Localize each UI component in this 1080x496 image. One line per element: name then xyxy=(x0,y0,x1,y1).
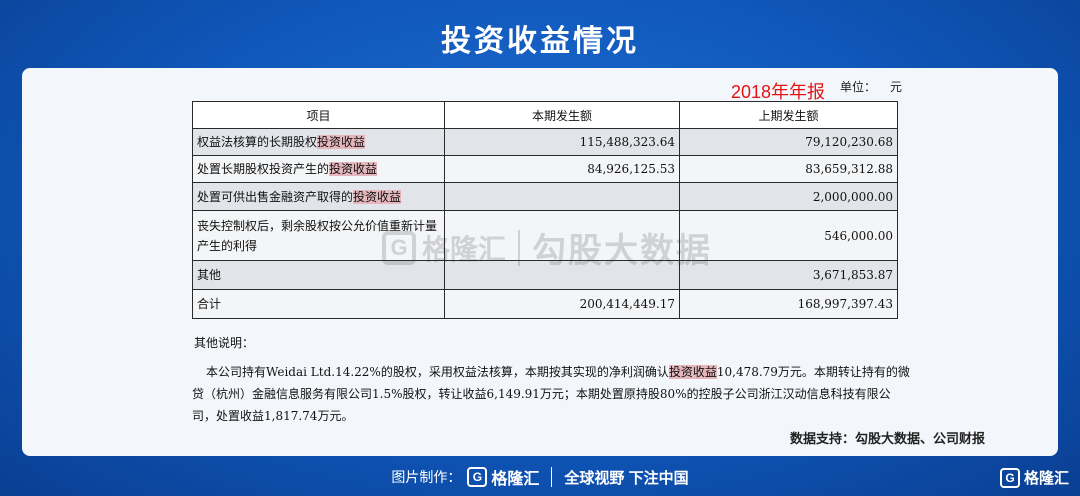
row-item-text: 丧失控制权后，剩余股权按公允价值重新计量产生的利得 xyxy=(197,218,438,253)
row-previous: 3,671,853.87 xyxy=(679,260,898,290)
notes-body: 本公司持有Weidai Ltd.14.22%的股权，采用权益法核算，本期按其实现… xyxy=(192,361,912,427)
row-item-text: 其他 xyxy=(197,268,222,282)
notes-highlight: 投资收益 xyxy=(668,365,717,379)
row-item-text: 合计 xyxy=(197,297,222,311)
row-item-text: 权益法核算的长期股权 xyxy=(197,135,318,149)
table-row: 合计 200,414,449.17 168,997,397.43 xyxy=(192,289,898,319)
row-current: 115,488,323.64 xyxy=(444,128,680,156)
footer-label: 图片制作： xyxy=(391,469,462,485)
unit-note: 单位： 元 xyxy=(840,78,902,95)
row-item: 其他 xyxy=(192,260,445,290)
table-row: 处置长期股权投资产生的投资收益 84,926,125.53 83,659,312… xyxy=(192,155,898,183)
table-row: 丧失控制权后，剩余股权按公允价值重新计量产生的利得 546,000.00 xyxy=(192,210,898,261)
unit-value: 元 xyxy=(890,80,903,94)
row-item-highlight: 投资收益 xyxy=(353,189,402,204)
footer: 图片制作： G 格隆汇 全球视野 下注中国 xyxy=(0,464,1080,490)
page-title: 投资收益情况 xyxy=(441,25,639,58)
data-source: 数据支持：勾股大数据、公司财报 xyxy=(790,431,986,446)
column-header-previous: 上期发生额 xyxy=(679,101,898,129)
row-item-highlight: 投资收益 xyxy=(317,135,366,149)
unit-label: 单位： xyxy=(840,80,877,94)
table-row: 处置可供出售金融资产取得的投资收益 2,000,000.00 xyxy=(192,182,898,211)
row-item-highlight: 投资收益 xyxy=(329,162,378,176)
footer-divider xyxy=(551,467,553,487)
row-item: 丧失控制权后，剩余股权按公允价值重新计量产生的利得 xyxy=(192,210,445,261)
footer-logo-text: 格隆汇 xyxy=(491,471,540,488)
row-current xyxy=(444,210,680,261)
row-previous: 79,120,230.68 xyxy=(679,128,898,156)
row-current: 200,414,449.17 xyxy=(444,289,680,319)
row-current xyxy=(444,260,680,290)
row-item-text: 处置可供出售金融资产取得的 xyxy=(197,189,354,204)
notes-section: 其他说明： 本公司持有Weidai Ltd.14.22%的股权，采用权益法核算，… xyxy=(192,334,912,427)
table-row: 权益法核算的长期股权投资收益 115,488,323.64 79,120,230… xyxy=(192,128,898,156)
column-header-current: 本期发生额 xyxy=(444,101,680,129)
row-item: 合计 xyxy=(192,289,445,319)
corner-logo-icon: G xyxy=(1000,467,1020,488)
notes-heading: 其他说明： xyxy=(194,336,255,350)
row-item: 处置长期股权投资产生的投资收益 xyxy=(192,155,445,183)
row-item-text: 处置长期股权投资产生的 xyxy=(197,162,330,176)
table-header-row: 项目 本期发生额 上期发生额 xyxy=(192,101,898,129)
column-header-item: 项目 xyxy=(192,101,445,129)
row-current: 84,926,125.53 xyxy=(444,155,680,183)
corner-logo-text: 格隆汇 xyxy=(1024,470,1070,487)
content-card: 2018年年报 单位：元 项目 本期发生额 上期发生额 权益法核算的长期股权投资… xyxy=(22,68,1058,456)
row-previous: 546,000.00 xyxy=(679,210,898,261)
row-current xyxy=(444,182,680,211)
notes-text: 本公司持有Weidai Ltd.14.22%的股权，采用权益法核算，本期按其实现… xyxy=(206,365,669,379)
footer-slogan: 全球视野 下注中国 xyxy=(564,469,689,487)
footer-logo-icon: G xyxy=(467,467,488,487)
row-item: 处置可供出售金融资产取得的投资收益 xyxy=(192,182,445,211)
table-row: 其他 3,671,853.87 xyxy=(192,260,898,290)
row-previous: 83,659,312.88 xyxy=(679,155,898,183)
row-previous: 168,997,397.43 xyxy=(679,289,898,319)
investment-income-table: 项目 本期发生额 上期发生额 权益法核算的长期股权投资收益 115,488,32… xyxy=(192,101,898,319)
corner-logo: G 格隆汇 xyxy=(1000,467,1069,488)
row-item: 权益法核算的长期股权投资收益 xyxy=(192,128,445,156)
row-previous: 2,000,000.00 xyxy=(679,182,898,211)
